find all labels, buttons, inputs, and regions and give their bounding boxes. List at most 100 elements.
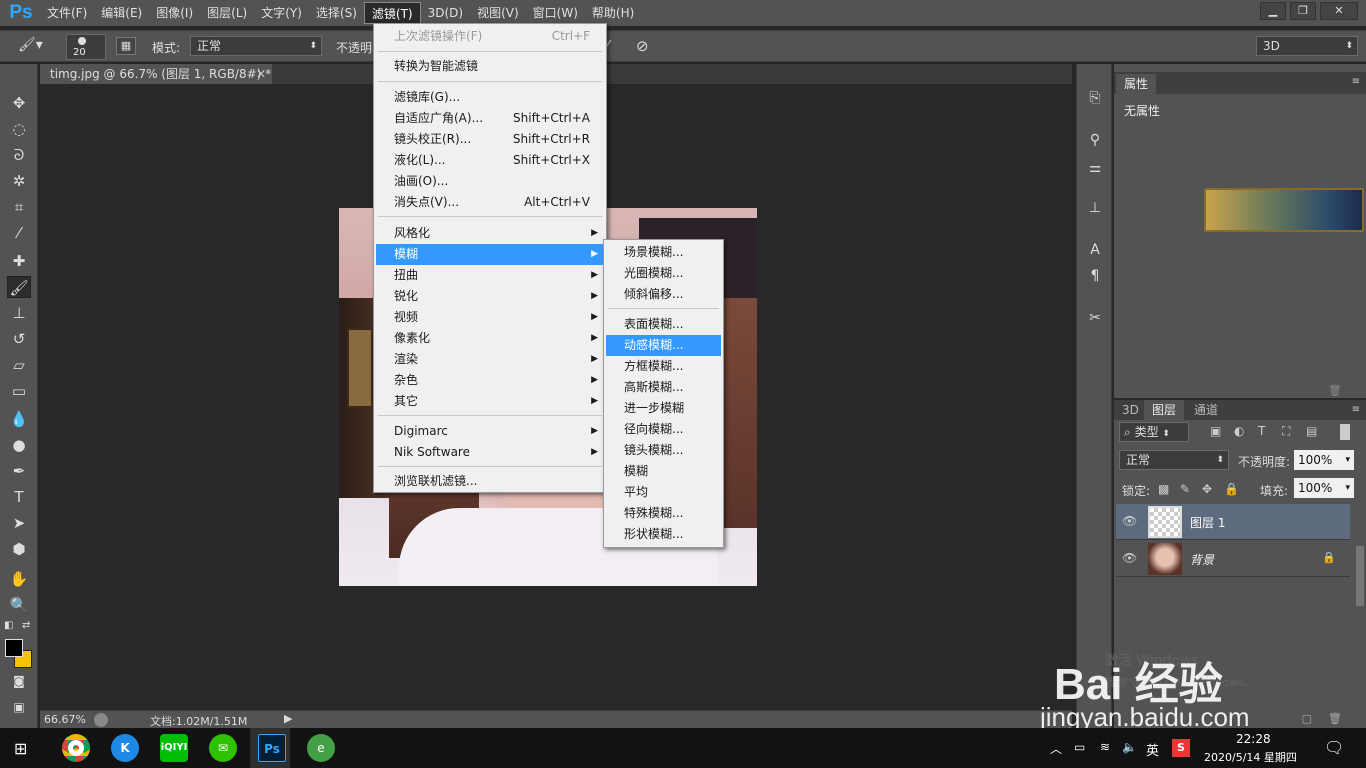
filter-toggle[interactable] (1340, 424, 1350, 440)
menu-file[interactable]: 文件(F) (40, 2, 94, 24)
swap-colors-icon[interactable]: ⇄ (22, 620, 30, 631)
quick-mask-icon[interactable]: ◙ (7, 670, 31, 692)
clock-date[interactable]: 2020/5/14 星期四 (1204, 749, 1297, 765)
brush-presets-panel-icon[interactable]: ⚲ (1085, 130, 1105, 150)
filter-shape-icon[interactable]: ⛶ (1282, 424, 1290, 439)
delete-layer-icon[interactable]: 🗑 (1328, 712, 1342, 725)
iqiyi-icon[interactable]: iQIYI (160, 734, 188, 762)
move-tool-icon[interactable]: ✥ (7, 92, 31, 114)
mode-select[interactable]: 正常 ⬍ (190, 36, 322, 56)
filter-type-icon[interactable]: T (1258, 424, 1265, 438)
submenu-blur-more[interactable]: 进一步模糊 (606, 398, 721, 419)
layer-name[interactable]: 图层 1 (1190, 514, 1225, 531)
menu-layer[interactable]: 图层(L) (200, 2, 254, 24)
filter-smart-object-icon[interactable]: ▤ (1306, 424, 1317, 438)
tab-layers[interactable]: 图层 (1144, 400, 1185, 420)
eye-icon[interactable]: 👁 (1122, 551, 1137, 565)
submenu-shape-blur[interactable]: 形状模糊... (606, 524, 721, 545)
minimize-button[interactable]: ▁ (1260, 2, 1286, 20)
submenu-iris-blur[interactable]: 光圈模糊... (606, 263, 721, 284)
workspace-select[interactable]: 3D ⬍ (1256, 36, 1358, 56)
brush-tool-preset-icon[interactable]: 🖌▾ (18, 37, 46, 57)
status-menu-arrow-icon[interactable]: ▶ (284, 712, 292, 725)
fill-input[interactable]: 100% ▾ (1294, 478, 1354, 498)
submenu-field-blur[interactable]: 场景模糊... (606, 242, 721, 263)
zoom-level[interactable]: 66.67% (44, 713, 86, 726)
brush-size-picker[interactable]: 20 (66, 34, 106, 60)
gradient-tool-icon[interactable]: ▭ (7, 380, 31, 402)
menu-render[interactable]: 渲染 ▶ (376, 349, 604, 370)
eraser-tool-icon[interactable]: ▱ (7, 354, 31, 376)
eyedropper-tool-icon[interactable]: ⁄ (7, 222, 31, 244)
menu-adaptive-wide-angle[interactable]: 自适应广角(A)... Shift+Ctrl+A (376, 108, 604, 129)
panel-menu-icon[interactable]: ≡ (1352, 76, 1360, 87)
hand-tool-icon[interactable]: ✋ (7, 568, 31, 590)
tray-expand-icon[interactable]: ︿ (1050, 740, 1062, 757)
menu-nik-software[interactable]: Nik Software ▶ (376, 442, 604, 463)
menu-edit[interactable]: 编辑(E) (94, 2, 149, 24)
restore-button[interactable]: ❐ (1290, 2, 1316, 20)
status-info-icon[interactable] (94, 713, 108, 727)
adjustments-panel-icon[interactable]: ⚌ (1085, 158, 1105, 178)
windows-start-icon[interactable]: ⊞ (14, 739, 27, 758)
sogou-input-icon[interactable]: S (1172, 739, 1190, 757)
submenu-radial-blur[interactable]: 径向模糊... (606, 419, 721, 440)
dodge-tool-icon[interactable]: ● (7, 434, 31, 456)
menu-oil-paint[interactable]: 油画(O)... (376, 171, 604, 192)
zoom-tool-icon[interactable]: 🔍 (7, 594, 31, 616)
close-button[interactable]: ✕ (1320, 2, 1358, 20)
menu-browse-online-filters[interactable]: 浏览联机滤镜... (376, 471, 604, 492)
pen-tool-icon[interactable]: ✒ (7, 460, 31, 482)
new-layer-icon[interactable]: ▢ (1302, 712, 1312, 725)
close-tab-icon[interactable]: ✕ (256, 64, 266, 84)
eye-icon[interactable]: 👁 (1122, 514, 1137, 528)
tab-3d[interactable]: 3D (1114, 400, 1147, 420)
tool-presets-panel-icon[interactable]: ✂ (1085, 308, 1105, 328)
menu-convert-smart-filters[interactable]: 转换为智能滤镜 (376, 56, 604, 77)
menu-last-filter[interactable]: 上次滤镜操作(F) Ctrl+F (376, 26, 604, 47)
menu-liquify[interactable]: 液化(L)... Shift+Ctrl+X (376, 150, 604, 171)
menu-noise[interactable]: 杂色 ▶ (376, 370, 604, 391)
submenu-gaussian-blur[interactable]: 高斯模糊... (606, 377, 721, 398)
submenu-smart-blur[interactable]: 特殊模糊... (606, 503, 721, 524)
menu-digimarc[interactable]: Digimarc ▶ (376, 421, 604, 442)
submenu-tilt-shift[interactable]: 倾斜偏移... (606, 284, 721, 305)
lock-image-icon[interactable]: ✎ (1180, 482, 1190, 496)
filter-pixel-icon[interactable]: ▣ (1210, 424, 1221, 438)
menu-select[interactable]: 选择(S) (309, 2, 364, 24)
type-tool-icon[interactable]: T (7, 486, 31, 508)
clone-source-panel-icon[interactable]: ⊥ (1085, 198, 1105, 218)
submenu-lens-blur[interactable]: 镜头模糊... (606, 440, 721, 461)
screen-mode-icon[interactable]: ▣ (7, 696, 31, 718)
browser-360-icon[interactable]: e (307, 734, 335, 762)
menu-blur[interactable]: 模糊 ▶ (376, 244, 604, 265)
menu-pixelate[interactable]: 像素化 ▶ (376, 328, 604, 349)
menu-video[interactable]: 视频 ▶ (376, 307, 604, 328)
input-language[interactable]: 英 (1146, 740, 1159, 759)
menu-view[interactable]: 视图(V) (470, 2, 526, 24)
layer-row-background[interactable]: 👁 背景 🔒 (1116, 541, 1350, 577)
menu-filter[interactable]: 滤镜(T) (363, 2, 421, 24)
menu-image[interactable]: 图像(I) (149, 2, 200, 24)
foreground-color-swatch[interactable] (5, 639, 23, 657)
marquee-tool-icon[interactable]: ◌ (7, 118, 31, 140)
notification-icon[interactable]: 🗨 (1324, 738, 1344, 757)
menu-sharpen[interactable]: 锐化 ▶ (376, 286, 604, 307)
history-brush-tool-icon[interactable]: ↺ (7, 328, 31, 350)
brush-panel-toggle-icon[interactable]: ▦ (116, 37, 136, 55)
wechat-icon[interactable]: ✉ (209, 734, 237, 762)
character-panel-icon[interactable]: A (1085, 240, 1105, 260)
tab-channels[interactable]: 通道 (1186, 400, 1226, 420)
lock-all-icon[interactable]: 🔒 (1224, 482, 1239, 496)
opacity-input[interactable]: 100% ▾ (1294, 450, 1354, 470)
crop-tool-icon[interactable]: ⌗ (7, 196, 31, 218)
layer-name[interactable]: 背景 (1190, 551, 1214, 568)
submenu-motion-blur[interactable]: 动感模糊... (606, 335, 721, 356)
submenu-blur[interactable]: 模糊 (606, 461, 721, 482)
paragraph-panel-icon[interactable]: ¶ (1085, 266, 1105, 286)
default-colors-icon[interactable]: ◧ (4, 620, 13, 631)
document-tab[interactable]: timg.jpg @ 66.7% (图层 1, RGB/8#) * ✕ (40, 64, 272, 84)
submenu-surface-blur[interactable]: 表面模糊... (606, 314, 721, 335)
menu-lens-correction[interactable]: 镜头校正(R)... Shift+Ctrl+R (376, 129, 604, 150)
lasso-tool-icon[interactable]: ᘐ (7, 144, 31, 166)
